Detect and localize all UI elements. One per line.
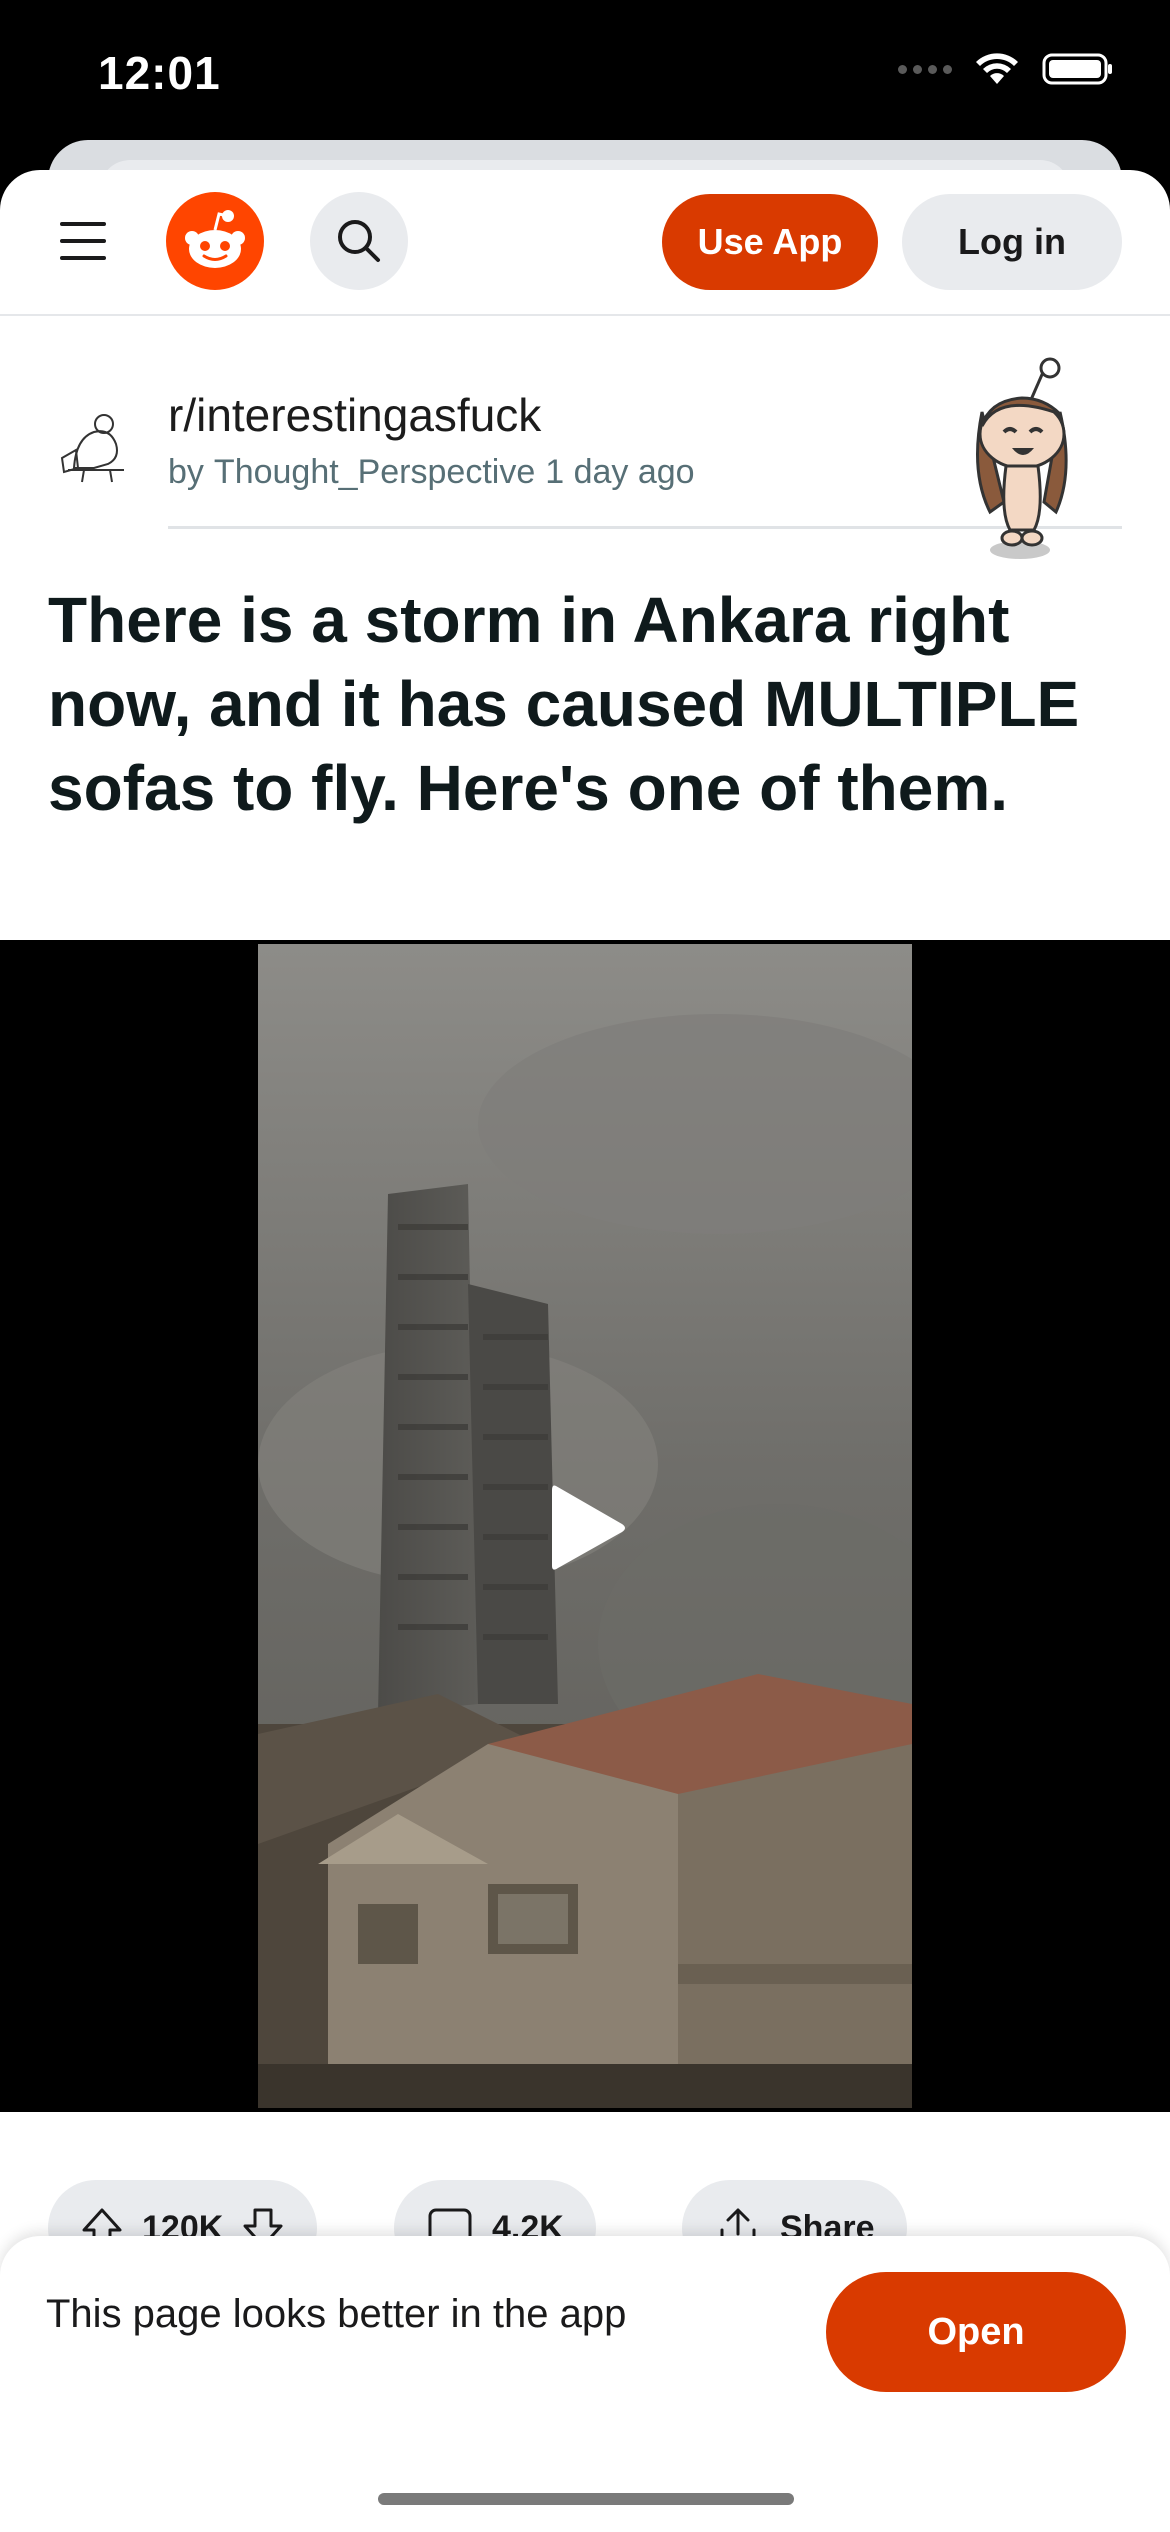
page-sheet: Use App Log in r/interestingasfuck by Th… [0, 170, 1170, 2532]
login-button[interactable]: Log in [902, 194, 1122, 290]
reddit-logo-icon[interactable] [166, 192, 264, 290]
subreddit-link[interactable]: r/interestingasfuck [168, 388, 541, 442]
status-bar: 12:01 [0, 0, 1170, 150]
by-label: by [168, 453, 204, 491]
author-link[interactable]: Thought_Perspective [214, 453, 535, 492]
user-snoo-avatar [976, 357, 1068, 559]
play-icon[interactable] [548, 1480, 628, 1576]
search-icon [338, 220, 380, 262]
search-button[interactable] [310, 192, 408, 290]
post-time: 1 day ago [545, 453, 695, 491]
status-icons [898, 52, 1114, 86]
home-indicator[interactable] [378, 2493, 794, 2505]
use-app-button[interactable]: Use App [662, 194, 878, 290]
banner-text: This page looks better in the app [46, 2292, 627, 2336]
battery-icon [1042, 53, 1112, 85]
hamburger-icon[interactable] [60, 222, 106, 260]
post-title[interactable]: There is a storm in Ankara right now, an… [48, 578, 1128, 830]
wifi-icon [976, 53, 1018, 84]
open-in-app-banner: This page looks better in the app Open [0, 2236, 1170, 2532]
top-header: Use App Log in [0, 170, 1170, 316]
open-app-button[interactable]: Open [826, 2272, 1126, 2392]
post-byline: by Thought_Perspective 1 day ago [168, 453, 695, 492]
signal-icon [898, 64, 952, 74]
status-time: 12:01 [98, 47, 221, 99]
subreddit-avatar[interactable] [54, 398, 142, 486]
